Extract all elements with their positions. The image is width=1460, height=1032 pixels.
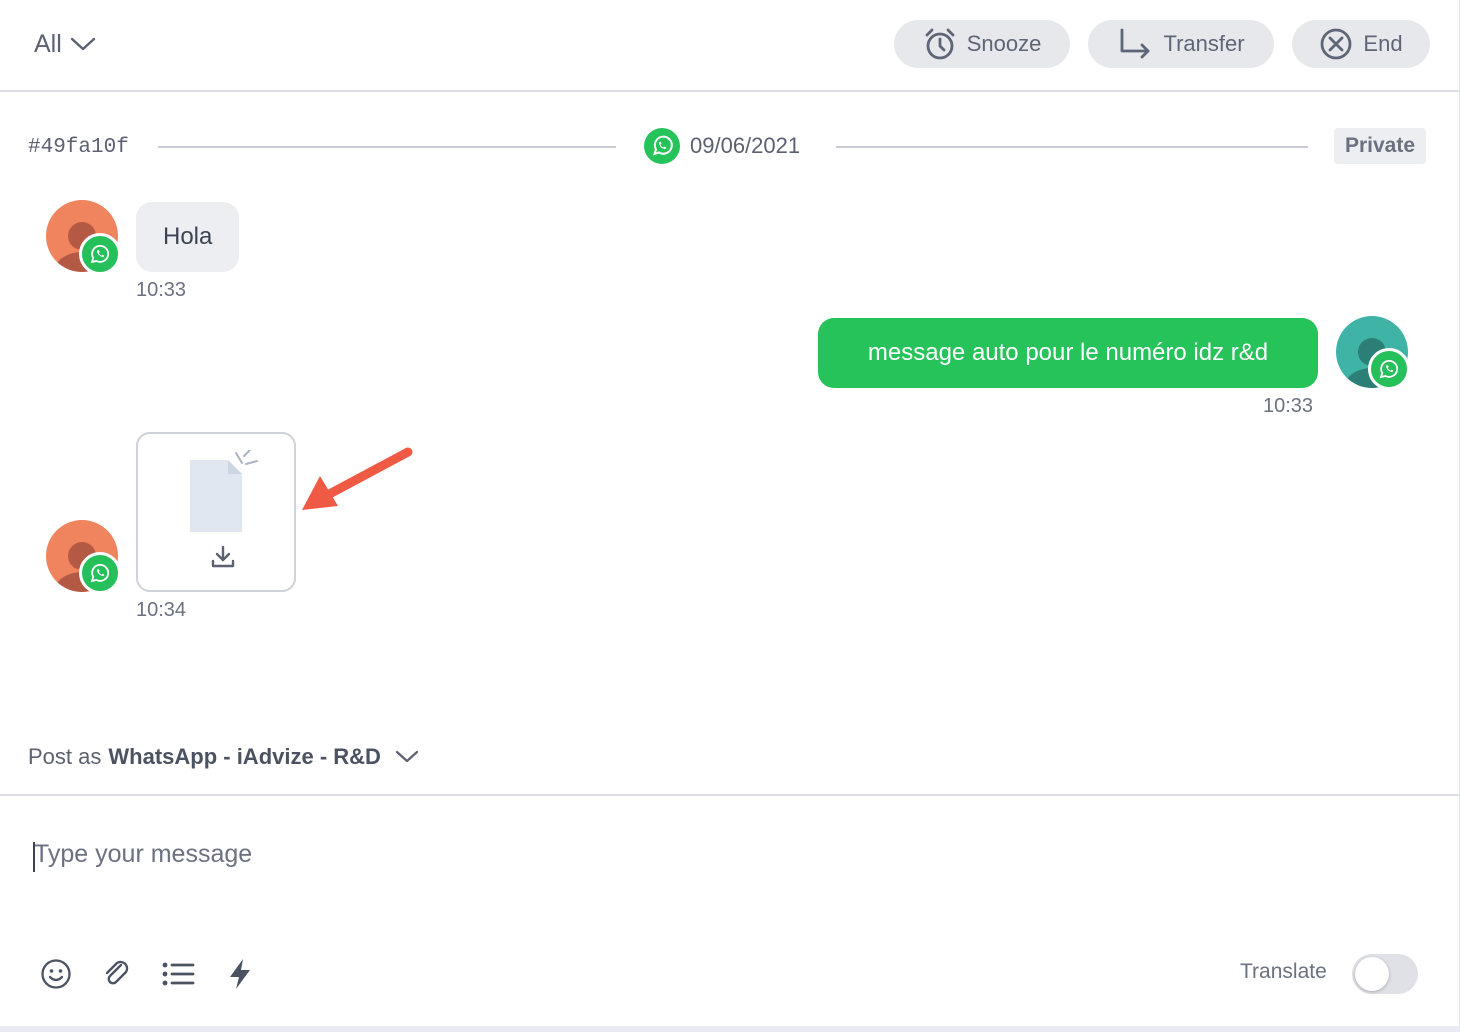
conversation-id: #49fa10f <box>28 136 129 159</box>
filter-label: All <box>34 29 62 58</box>
filter-dropdown[interactable]: All <box>34 26 96 62</box>
translate-toggle[interactable] <box>1352 954 1418 994</box>
transfer-arrow-icon <box>1117 27 1153 61</box>
message-time: 10:33 <box>136 279 187 301</box>
transfer-label: Transfer <box>1163 31 1245 56</box>
message-time: 10:34 <box>136 599 187 621</box>
private-badge: Private <box>1334 128 1426 164</box>
post-as-sender: WhatsApp - iAdvize - R&D <box>108 744 381 769</box>
whatsapp-badge-icon <box>79 233 121 275</box>
canned-replies-button[interactable] <box>158 954 198 994</box>
snooze-label: Snooze <box>966 31 1042 56</box>
annotation-arrow-icon <box>302 447 413 510</box>
emoji-icon <box>41 959 71 989</box>
message-bubble-outgoing: message auto pour le numéro idz r&d <box>818 318 1318 388</box>
end-button[interactable]: End <box>1292 20 1430 68</box>
message-bubble-incoming: Hola <box>136 202 240 272</box>
composer-divider <box>0 794 1460 796</box>
message-time: 10:33 <box>1263 395 1314 417</box>
conversation-date: 09/06/2021 <box>644 128 800 164</box>
divider-line <box>158 146 616 148</box>
transfer-button[interactable]: Transfer <box>1088 20 1274 68</box>
lightning-icon <box>230 959 250 989</box>
conversation-header: All Snooze Transfer End <box>0 0 1460 92</box>
whatsapp-badge-icon <box>1368 348 1410 390</box>
chevron-down-icon <box>395 750 419 763</box>
conversation-panel: All Snooze Transfer End #49fa10f 09/06/2… <box>0 0 1460 1032</box>
download-icon[interactable] <box>210 544 236 570</box>
end-label: End <box>1363 31 1403 56</box>
whatsapp-icon <box>644 128 680 164</box>
post-as-prefix: Post as <box>28 744 102 769</box>
chevron-down-icon <box>70 37 95 51</box>
snooze-button[interactable]: Snooze <box>894 20 1070 68</box>
translate-label: Translate <box>1240 960 1327 983</box>
divider-line <box>836 146 1308 148</box>
document-icon <box>190 450 258 532</box>
date-label: 09/06/2021 <box>690 133 801 158</box>
text-cursor <box>33 842 35 872</box>
file-attachment[interactable] <box>136 432 296 592</box>
whatsapp-badge-icon <box>79 552 121 594</box>
message-input[interactable] <box>28 830 1428 910</box>
toggle-knob <box>1355 957 1389 991</box>
alarm-clock-icon <box>923 27 957 61</box>
attachment-icon <box>105 960 129 985</box>
shortcuts-button[interactable] <box>220 954 260 994</box>
attachment-button[interactable] <box>97 954 137 994</box>
list-icon <box>162 962 195 986</box>
close-circle-icon <box>1319 27 1353 61</box>
emoji-button[interactable] <box>36 954 76 994</box>
post-as-selector[interactable]: Post as WhatsApp - iAdvize - R&D <box>28 744 419 770</box>
